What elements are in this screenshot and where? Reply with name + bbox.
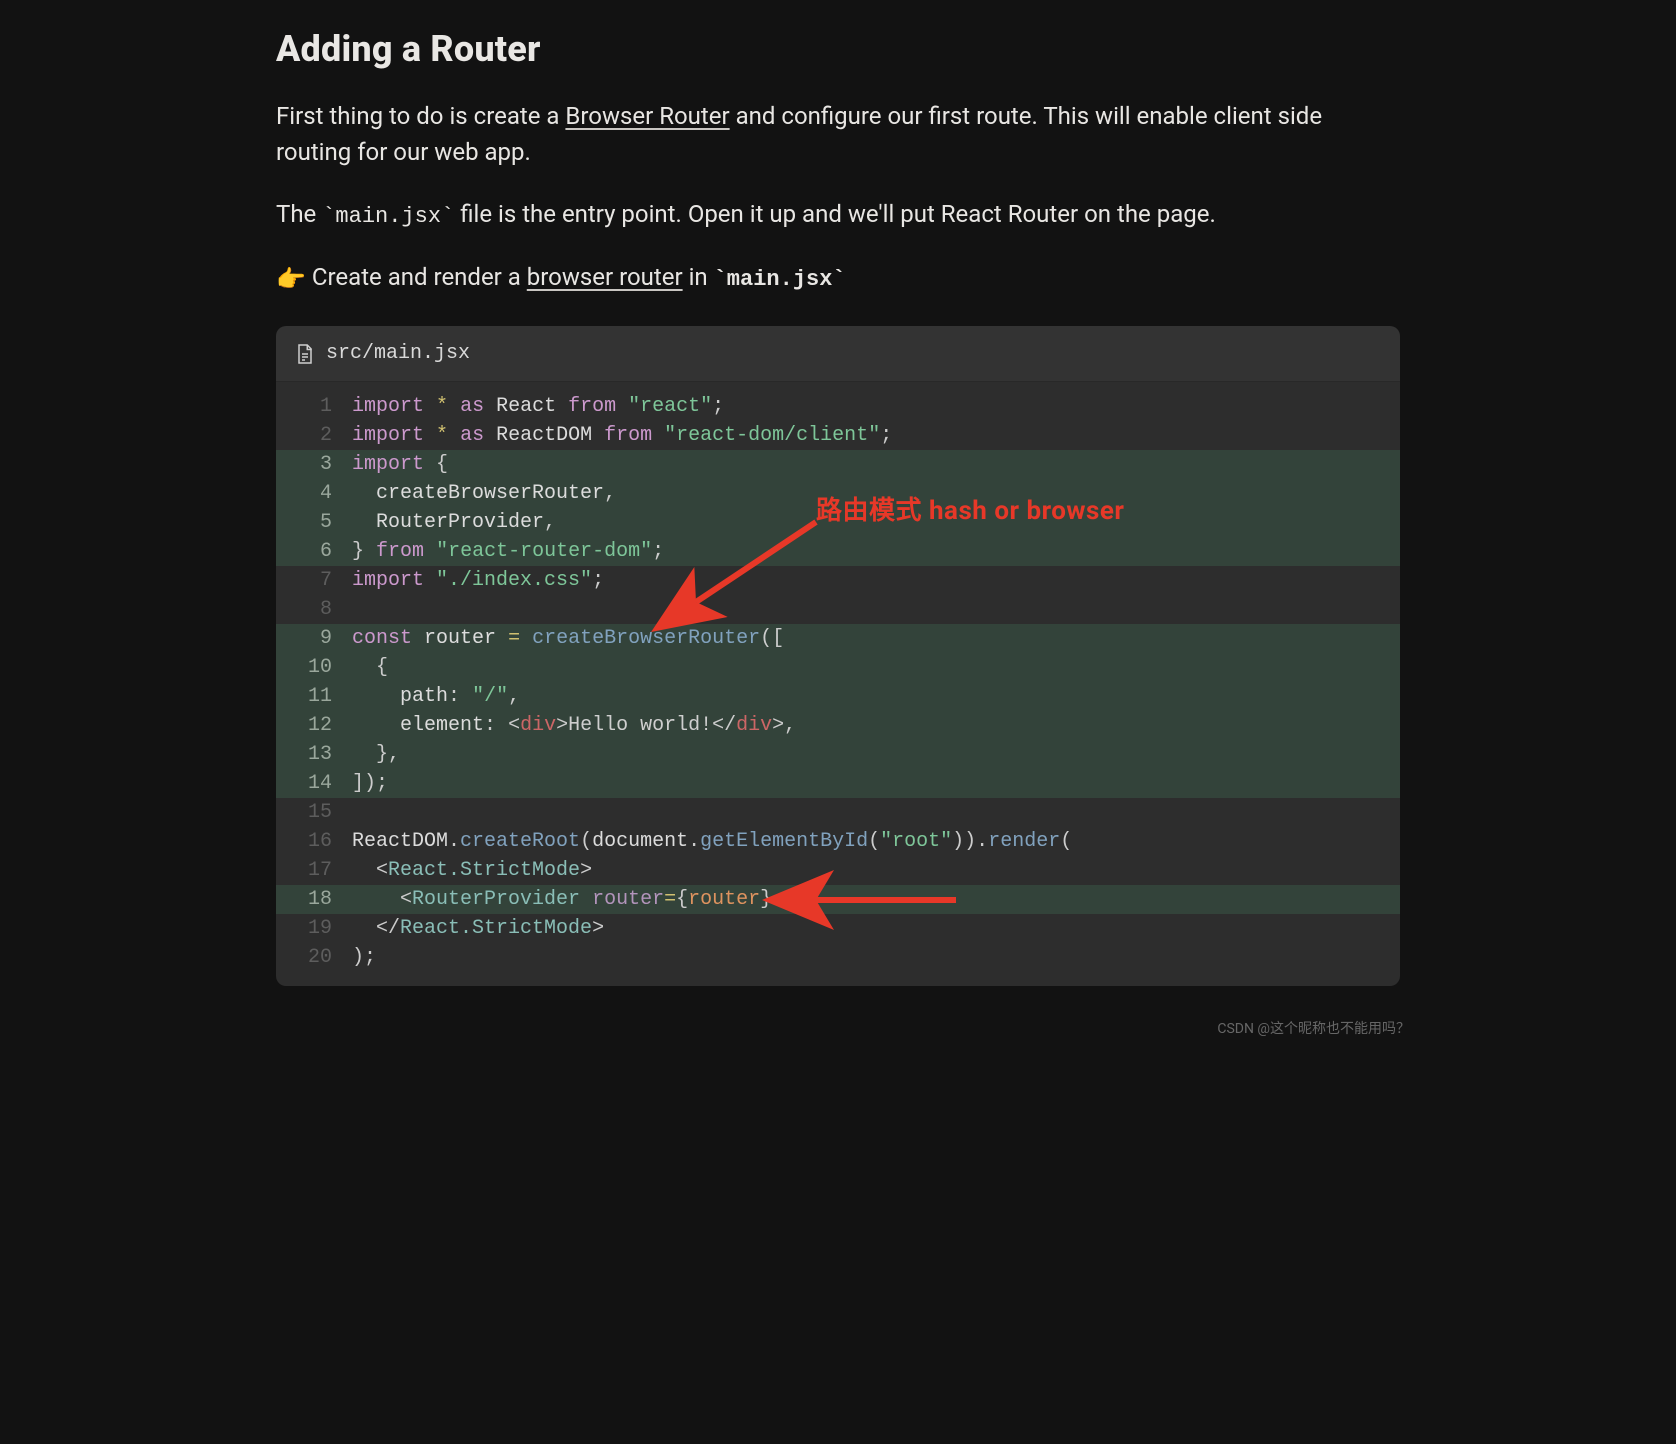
code-line: 9const router = createBrowserRouter([ bbox=[276, 624, 1400, 653]
code-content: import * as ReactDOM from "react-dom/cli… bbox=[352, 421, 1400, 450]
text: The bbox=[276, 200, 322, 228]
code-content: <React.StrictMode> bbox=[352, 856, 1400, 885]
text: file is the entry point. Open it up and … bbox=[454, 200, 1216, 228]
inline-code: `main.jsx` bbox=[714, 267, 846, 292]
paragraph-1: First thing to do is create a Browser Ro… bbox=[276, 98, 1400, 170]
code-line: 13 }, bbox=[276, 740, 1400, 769]
text: in bbox=[683, 263, 714, 291]
inline-code: `main.jsx` bbox=[322, 204, 454, 229]
code-content: ); bbox=[352, 943, 1400, 972]
code-line: 6} from "react-router-dom"; bbox=[276, 537, 1400, 566]
code-content: import * as React from "react"; bbox=[352, 392, 1400, 421]
code-line: 20); bbox=[276, 943, 1400, 972]
code-line: 18 <RouterProvider router={router} /> bbox=[276, 885, 1400, 914]
line-number: 14 bbox=[276, 769, 352, 798]
text: Create and render a bbox=[312, 263, 527, 291]
line-number: 9 bbox=[276, 624, 352, 653]
line-number: 2 bbox=[276, 421, 352, 450]
line-number: 17 bbox=[276, 856, 352, 885]
text: First thing to do is create a bbox=[276, 102, 565, 130]
line-number: 12 bbox=[276, 711, 352, 740]
line-number: 5 bbox=[276, 508, 352, 537]
cta-line: 👉Create and render a browser router in `… bbox=[276, 259, 1400, 296]
line-number: 18 bbox=[276, 885, 352, 914]
line-number: 10 bbox=[276, 653, 352, 682]
code-line: 5 RouterProvider, bbox=[276, 508, 1400, 537]
code-card: src/main.jsx 1import * as React from "re… bbox=[276, 326, 1400, 986]
code-line: 15 bbox=[276, 798, 1400, 827]
code-content: ]); bbox=[352, 769, 1400, 798]
code-content: }, bbox=[352, 740, 1400, 769]
code-line: 7import "./index.css"; bbox=[276, 566, 1400, 595]
code-line: 14]); bbox=[276, 769, 1400, 798]
line-number: 16 bbox=[276, 827, 352, 856]
line-number: 7 bbox=[276, 566, 352, 595]
code-line: 11 path: "/", bbox=[276, 682, 1400, 711]
code-line: 17 <React.StrictMode> bbox=[276, 856, 1400, 885]
line-number: 11 bbox=[276, 682, 352, 711]
top-cropped-pills bbox=[0, 0, 1676, 8]
code-content: RouterProvider, bbox=[352, 508, 1400, 537]
article-body: Adding a Router First thing to do is cre… bbox=[248, 8, 1428, 1046]
line-number: 4 bbox=[276, 479, 352, 508]
code-content: <RouterProvider router={router} /> bbox=[352, 885, 1400, 914]
code-body: 1import * as React from "react";2import … bbox=[276, 382, 1400, 986]
pointing-hand-icon: 👉 bbox=[276, 261, 306, 297]
line-number: 6 bbox=[276, 537, 352, 566]
code-content: const router = createBrowserRouter([ bbox=[352, 624, 1400, 653]
code-line: 2import * as ReactDOM from "react-dom/cl… bbox=[276, 421, 1400, 450]
code-filename: src/main.jsx bbox=[326, 342, 470, 365]
code-line: 16ReactDOM.createRoot(document.getElemen… bbox=[276, 827, 1400, 856]
section-heading: Adding a Router bbox=[276, 28, 1400, 70]
code-content: ReactDOM.createRoot(document.getElementB… bbox=[352, 827, 1400, 856]
code-content: path: "/", bbox=[352, 682, 1400, 711]
code-line: 19 </React.StrictMode> bbox=[276, 914, 1400, 943]
code-content: createBrowserRouter, bbox=[352, 479, 1400, 508]
code-content: import { bbox=[352, 450, 1400, 479]
line-number: 8 bbox=[276, 595, 352, 624]
line-number: 1 bbox=[276, 392, 352, 421]
code-line: 8 bbox=[276, 595, 1400, 624]
code-content: element: <div>Hello world!</div>, bbox=[352, 711, 1400, 740]
code-header: src/main.jsx bbox=[276, 326, 1400, 382]
line-number: 3 bbox=[276, 450, 352, 479]
link-browser-router-2[interactable]: browser router bbox=[527, 263, 683, 291]
code-content: import "./index.css"; bbox=[352, 566, 1400, 595]
code-line: 12 element: <div>Hello world!</div>, bbox=[276, 711, 1400, 740]
line-number: 20 bbox=[276, 943, 352, 972]
code-content: { bbox=[352, 653, 1400, 682]
code-line: 1import * as React from "react"; bbox=[276, 392, 1400, 421]
watermark-text: CSDN @这个昵称也不能用吗？ bbox=[1217, 1018, 1410, 1038]
code-content: } from "react-router-dom"; bbox=[352, 537, 1400, 566]
code-line: 3import { bbox=[276, 450, 1400, 479]
file-icon bbox=[296, 343, 314, 365]
link-browser-router[interactable]: Browser Router bbox=[565, 102, 729, 130]
code-line: 10 { bbox=[276, 653, 1400, 682]
line-number: 19 bbox=[276, 914, 352, 943]
code-line: 4 createBrowserRouter, bbox=[276, 479, 1400, 508]
paragraph-2: The `main.jsx` file is the entry point. … bbox=[276, 196, 1400, 233]
line-number: 15 bbox=[276, 798, 352, 827]
code-content: </React.StrictMode> bbox=[352, 914, 1400, 943]
line-number: 13 bbox=[276, 740, 352, 769]
